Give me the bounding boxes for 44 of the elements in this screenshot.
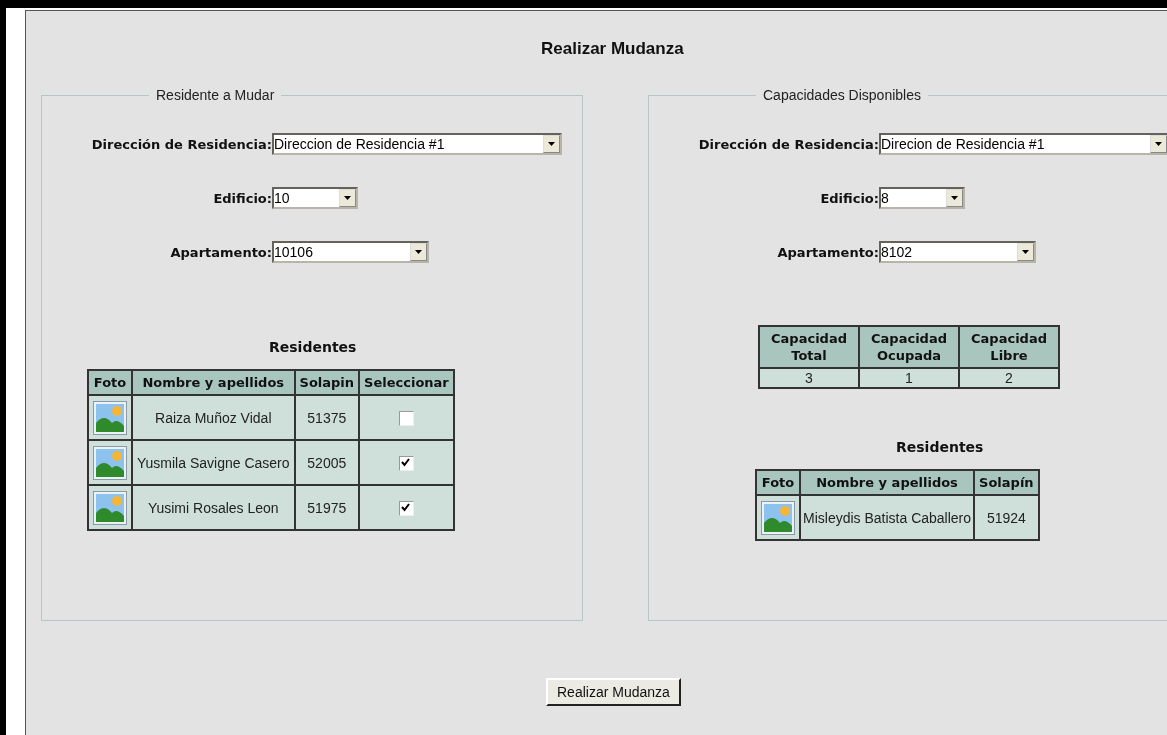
fieldset-legend: Capacidades Disponibles: [756, 87, 928, 103]
checkbox[interactable]: [398, 500, 414, 516]
fieldset-legend: Residente a Mudar: [149, 87, 282, 103]
table-cell: Yusmila Savigne Casero: [132, 440, 295, 485]
checkbox[interactable]: [398, 455, 414, 471]
submit-button[interactable]: Realizar Mudanza: [546, 678, 681, 706]
image-icon: [93, 490, 127, 525]
field-label: Dirección de Residencia:: [90, 136, 272, 152]
column-header: Foto: [756, 470, 800, 495]
column-header: Seleccionar: [359, 370, 454, 395]
dropdown[interactable]: Direccion de Residencia #1: [272, 133, 562, 155]
column-header: Capacidad Ocupada: [859, 326, 959, 368]
table-cell: Raiza Muñoz Vidal: [132, 395, 295, 440]
image-icon: [761, 500, 795, 535]
column-header: Capacidad Total: [759, 326, 859, 368]
column-header: Solapin: [294, 370, 360, 395]
column-header: Foto: [88, 370, 132, 395]
dropdown[interactable]: 10106: [272, 241, 429, 263]
table-cell: 52005: [294, 440, 360, 485]
image-icon: [93, 445, 127, 480]
page-title: Realizar Mudanza: [541, 39, 684, 59]
field-label: Edificio:: [819, 190, 879, 206]
dropdown[interactable]: 10: [272, 187, 358, 209]
checkbox[interactable]: [398, 410, 414, 426]
table-cell: 51975: [294, 485, 360, 530]
table-cell: 51375: [294, 395, 360, 440]
table-heading: Residentes: [269, 339, 357, 355]
field-label: Apartamento:: [169, 244, 272, 260]
table-heading: Residentes: [896, 439, 984, 455]
table-cell: 3: [759, 368, 859, 388]
field-label: Edificio:: [212, 190, 272, 206]
table-cell: 51924: [974, 495, 1039, 540]
field-label: Apartamento:: [776, 244, 879, 260]
field-label: Dirección de Residencia:: [697, 136, 879, 152]
column-header: Nombre y apellidos: [800, 470, 975, 495]
image-icon: [93, 400, 127, 435]
column-header: Solapín: [974, 470, 1039, 495]
dropdown[interactable]: 8102: [879, 241, 1036, 263]
table-cell: Yusimi Rosales Leon: [132, 485, 295, 530]
column-header: Nombre y apellidos: [132, 370, 295, 395]
column-header: Capacidad Libre: [959, 326, 1059, 368]
dropdown[interactable]: Direcion de Residencia #1: [879, 133, 1167, 155]
table-cell: Misleydis Batista Caballero: [800, 495, 975, 540]
dropdown[interactable]: 8: [879, 187, 965, 209]
